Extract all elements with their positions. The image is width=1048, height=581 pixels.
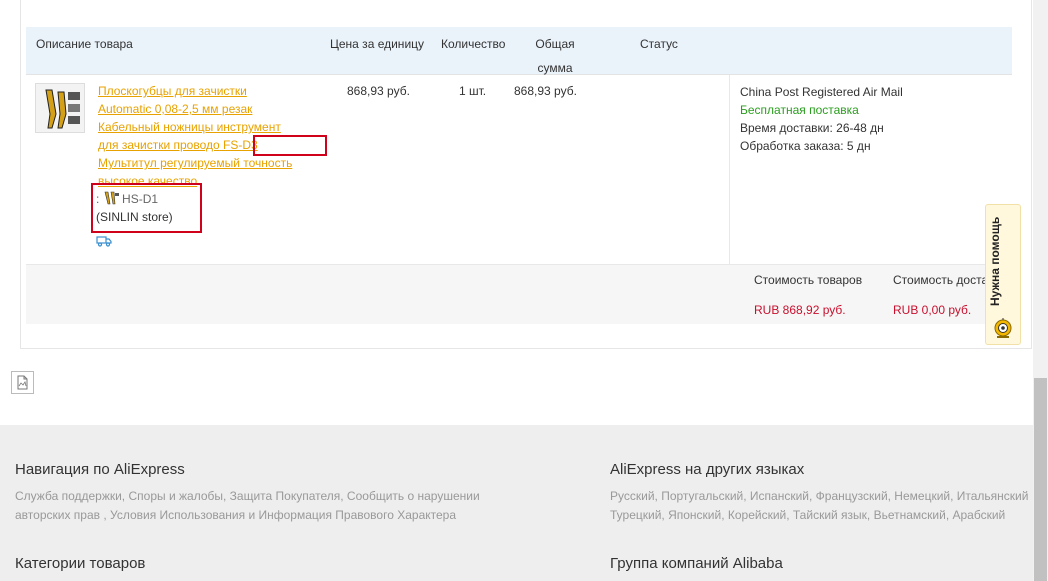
quantity-value: 1 шт. [459, 84, 487, 98]
product-title-line: Плоскогубцы для зачистки [98, 84, 247, 98]
header-total-line1: Общая [535, 37, 575, 51]
help-widget[interactable]: Нужна помощь [985, 204, 1021, 345]
product-thumbnail[interactable] [35, 83, 85, 133]
header-status: Статус [640, 37, 678, 51]
shipping-info: China Post Registered Air Mail Бесплатна… [729, 75, 1013, 264]
scrollbar-thumb[interactable] [1034, 378, 1047, 581]
order-table-header: Описание товара Цена за единицу Количест… [26, 27, 1012, 75]
pliers-image-icon [36, 84, 84, 132]
highlight-box-sku [91, 183, 202, 233]
header-total: Общая сумма [527, 32, 583, 80]
product-title-line: Кабельный ножницы инструмент [98, 120, 281, 134]
help-bot-icon [993, 317, 1013, 342]
goods-cost-value: RUB 868,92 руб. [754, 303, 846, 317]
goods-cost-label: Стоимость товаров [754, 273, 863, 287]
header-description: Описание товара [36, 37, 133, 51]
product-row: Плоскогубцы для зачистки Automatic 0,08-… [26, 75, 1012, 265]
product-title-line: Мультитул регулируемый точность [98, 156, 293, 170]
footer-categories-title: Категории товаров [15, 555, 146, 572]
header-quantity: Количество [441, 37, 506, 51]
total-value: 868,93 руб. [514, 84, 577, 98]
processing-time: Обработка заказа: 5 дн [740, 139, 871, 153]
help-label: Нужна помощь [988, 216, 1002, 306]
site-footer: Навигация по AliExpress Служба поддержки… [0, 425, 1033, 581]
document-icon[interactable] [11, 371, 34, 397]
footer-nav-title: Навигация по AliExpress [15, 461, 185, 478]
delivery-time: Время доставки: 26-48 дн [740, 121, 884, 135]
footer-group-title: Группа компаний Alibaba [610, 555, 783, 572]
delivery-truck-icon [96, 235, 112, 250]
footer-nav-links[interactable]: Служба поддержки, Споры и жалобы, Защита… [15, 487, 480, 525]
shipping-free: Бесплатная поставка [740, 103, 859, 117]
header-unit-price: Цена за единицу [330, 37, 425, 51]
product-title-line: Automatic 0,08-2,5 мм резак [98, 102, 253, 116]
footer-language-links[interactable]: Русский, Португальский, Испанский, Франц… [610, 487, 1028, 525]
footer-languages-title: AliExpress на других языках [610, 461, 805, 478]
delivery-cost-value: RUB 0,00 руб. [893, 303, 972, 317]
order-summary-row: Стоимость товаров RUB 868,92 руб. Стоимо… [26, 265, 1012, 324]
highlight-box-product-code [253, 135, 327, 156]
product-code: FS-D3 [219, 138, 258, 152]
unit-price-value: 868,93 руб. [347, 84, 410, 98]
shipping-method: China Post Registered Air Mail [740, 85, 903, 99]
